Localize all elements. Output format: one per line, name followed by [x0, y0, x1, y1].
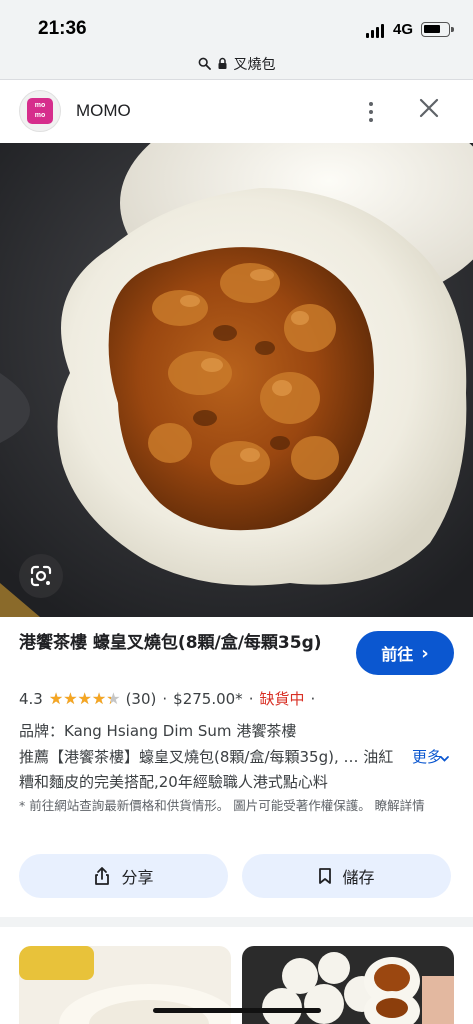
more-options-button[interactable]	[360, 97, 382, 127]
brand-label: 品牌：Kang Hsiang Dim Sum 港饗茶樓	[19, 722, 297, 740]
lock-icon	[218, 57, 226, 69]
save-label: 儲存	[342, 868, 375, 887]
star-fill: ★★★★★	[48, 689, 111, 708]
lens-search-button[interactable]	[19, 554, 63, 598]
share-label: 分享	[121, 868, 154, 887]
save-button[interactable]: 儲存	[242, 854, 451, 898]
star-rating: ★★★★★ ★★★★★	[48, 689, 121, 708]
section-divider	[0, 917, 473, 927]
rating-count: (30)	[125, 689, 157, 708]
product-title: 港饗茶樓 蠔皇叉燒包(8顆/盒/每顆35g)	[19, 633, 322, 653]
url-bar[interactable]: 叉燒包	[0, 48, 473, 80]
stock-status: 缺貨中	[259, 690, 305, 708]
site-name: MOMO	[76, 101, 131, 120]
more-label: 更多	[412, 748, 443, 766]
lens-icon	[30, 565, 52, 587]
momo-logo: mo mo	[19, 90, 61, 132]
separator: ·	[162, 689, 168, 708]
rating-score: 4.3	[19, 689, 43, 708]
separator: ·	[310, 689, 316, 708]
chevron-right-icon: ›	[421, 642, 429, 664]
status-bar: 21:36 4G	[0, 0, 473, 48]
product-description: 推薦【港饗茶樓】蠔皇叉燒包(8顆/盒/每顆35g), … 油紅糟和麵皮的完美搭配…	[19, 748, 394, 791]
disclaimer-text: * 前往網站查詢最新價格和供貨情形。 圖片可能受著作權保護。 瞭解詳情	[19, 798, 425, 813]
url-text: 叉燒包	[233, 56, 276, 73]
go-button-label: 前往	[381, 645, 414, 664]
rating-row: 4.3 ★★★★★ ★★★★★ (30) · $275.00* · 缺貨中 ·	[19, 688, 321, 709]
search-icon	[198, 57, 211, 70]
more-vert-icon	[369, 102, 373, 106]
separator: ·	[248, 689, 254, 708]
status-time: 21:36	[38, 18, 87, 39]
signal-icon	[366, 24, 386, 38]
char-siu-bao-photo	[0, 143, 473, 617]
share-icon	[95, 867, 110, 885]
close-icon	[419, 98, 439, 118]
share-button[interactable]: 分享	[19, 854, 228, 898]
battery-icon	[421, 22, 454, 37]
close-button[interactable]	[414, 95, 444, 125]
home-indicator	[153, 1008, 321, 1013]
chevron-down-icon	[439, 749, 450, 768]
network-label: 4G	[393, 21, 414, 38]
go-to-site-button[interactable]: 前往 ›	[356, 631, 454, 675]
product-image[interactable]	[0, 143, 473, 617]
price: $275.00*	[173, 689, 243, 708]
site-header: mo mo MOMO	[0, 81, 473, 143]
bookmark-icon	[319, 868, 332, 884]
